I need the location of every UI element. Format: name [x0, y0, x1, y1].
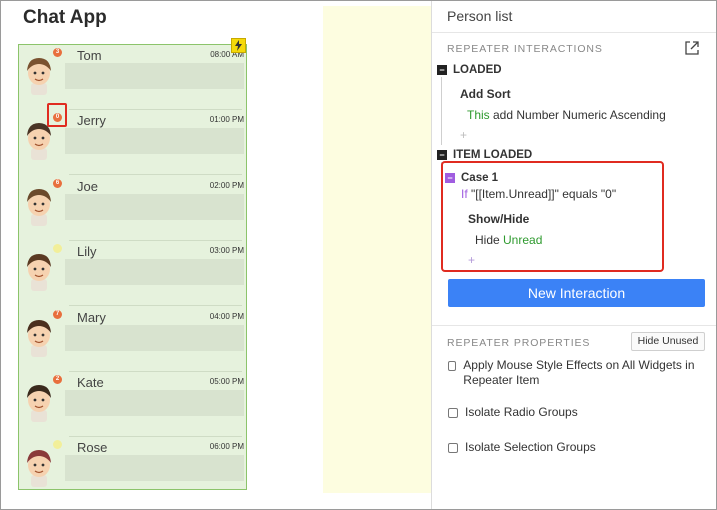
row-background [65, 193, 244, 220]
unread-badge [53, 244, 62, 254]
checkbox-isolate-radio[interactable]: Isolate Radio Groups [448, 405, 578, 420]
action-add-sort-title[interactable]: Add Sort [460, 87, 511, 101]
event-loaded-label: LOADED [453, 64, 502, 76]
new-interaction-button[interactable]: New Interaction [448, 279, 705, 307]
checkbox-icon[interactable] [448, 408, 458, 418]
contact-name: Mary [77, 309, 106, 325]
event-loaded[interactable]: − LOADED [437, 64, 502, 76]
unread-badge: 3 [53, 48, 62, 57]
design-canvas[interactable]: Chat App 3 Tom 08:00 AM 0 Jerry 01:00 PM 6 Joe 0… [1, 1, 431, 509]
contact-name: Joe [77, 178, 98, 194]
action-text: add Number Numeric Ascending [489, 108, 666, 122]
row-background [65, 259, 244, 286]
contact-time: 04:00 PM [209, 311, 244, 321]
unread-badge: 7 [53, 309, 62, 319]
avatar [22, 380, 56, 422]
popout-icon[interactable] [684, 40, 700, 56]
contact-row[interactable]: 6 Joe 02:00 PM [19, 176, 246, 241]
avatar [22, 249, 56, 292]
avatar [22, 184, 56, 226]
row-background [65, 455, 244, 482]
row-background [65, 324, 244, 351]
contact-name: Rose [77, 440, 108, 456]
unread-badge [53, 440, 62, 450]
collapse-icon[interactable]: − [437, 65, 447, 75]
contact-name: Tom [77, 48, 102, 63]
tree-line [441, 77, 442, 145]
action-add-sort-detail[interactable]: This add Number Numeric Ascending [467, 108, 666, 122]
action-target: This [467, 108, 490, 122]
contact-name: Kate [77, 375, 104, 390]
checkbox-mouse-style[interactable]: Apply Mouse Style Effects on All Widgets… [448, 358, 708, 388]
row-background [65, 390, 244, 416]
contact-row[interactable]: Lily 03:00 PM [19, 241, 246, 307]
checkbox-label: Isolate Radio Groups [465, 405, 578, 419]
plus-icon[interactable]: + [460, 128, 467, 142]
contact-time: 02:00 PM [209, 180, 244, 190]
event-item-loaded-label: ITEM LOADED [453, 149, 533, 161]
contact-row[interactable]: Rose 06:00 PM [19, 437, 246, 502]
contact-time: 05:00 PM [209, 377, 244, 386]
contact-name: Jerry [77, 113, 106, 129]
case-highlight [441, 161, 664, 272]
contact-time: 03:00 PM [209, 246, 244, 256]
checkbox-icon[interactable] [448, 361, 457, 371]
contact-name: Lily [77, 244, 97, 260]
checkbox-label: Isolate Selection Groups [465, 440, 596, 454]
event-item-loaded[interactable]: − ITEM LOADED [437, 149, 532, 161]
avatar [22, 315, 56, 357]
contact-row[interactable]: 7 Mary 04:00 PM [19, 307, 246, 372]
contact-row[interactable]: 2 Kate 05:00 PM [19, 372, 246, 437]
unread-badge: 2 [53, 375, 62, 384]
interactions-section-label: REPEATER INTERACTIONS [447, 43, 603, 55]
contact-time: 06:00 PM [209, 442, 244, 452]
checkbox-icon[interactable] [448, 443, 458, 453]
properties-section-label: REPEATER PROPERTIES [447, 337, 591, 349]
avatar [22, 53, 56, 95]
checkbox-label: Apply Mouse Style Effects on All Widgets… [463, 358, 695, 387]
app-title: Chat App [23, 7, 107, 28]
collapse-icon[interactable]: − [437, 150, 447, 160]
checkbox-isolate-selection[interactable]: Isolate Selection Groups [448, 440, 596, 455]
lightning-icon[interactable] [231, 38, 246, 53]
inspector-panel: Person list REPEATER INTERACTIONS − LOAD… [431, 1, 716, 509]
divider [432, 325, 716, 326]
hide-unused-button[interactable]: Hide Unused [631, 332, 705, 351]
contact-time: 01:00 PM [209, 115, 244, 125]
unread-badge-highlight [47, 103, 67, 127]
yellow-panel[interactable] [323, 6, 431, 493]
avatar [22, 445, 56, 488]
divider [432, 32, 716, 33]
contact-row[interactable]: 3 Tom 08:00 AM [19, 45, 246, 110]
unread-badge: 6 [53, 178, 62, 188]
row-background [65, 128, 244, 155]
row-background [65, 63, 244, 89]
panel-title: Person list [447, 8, 513, 24]
